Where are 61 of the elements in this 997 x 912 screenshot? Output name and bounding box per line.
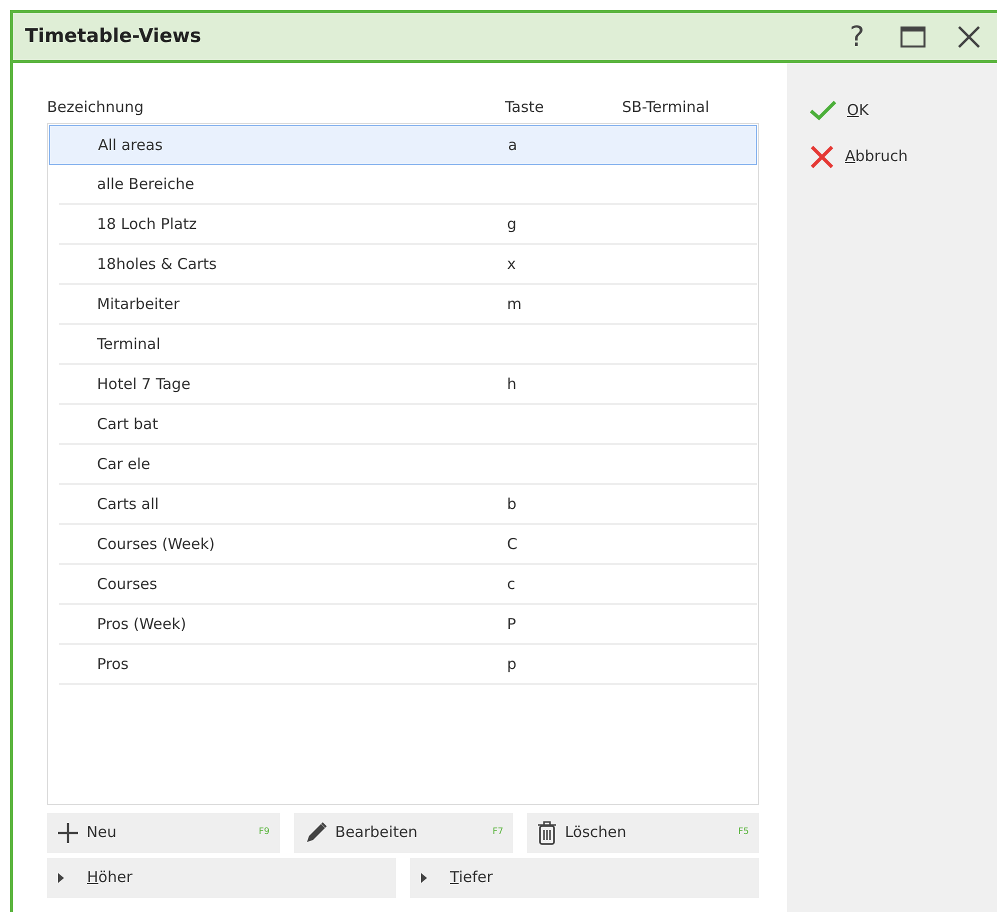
table-cell-text: Car ele: [96, 454, 152, 475]
table-row[interactable]: Courses c: [59, 565, 757, 605]
trash-icon: [537, 820, 558, 846]
table-row[interactable]: Car ele: [59, 445, 757, 485]
window-title: Timetable-Views: [25, 24, 202, 50]
table-cell-text: All areas: [97, 134, 164, 156]
table-cell-text: p: [507, 654, 517, 675]
table-cell-text: g: [507, 214, 517, 235]
table-row[interactable]: 18holes & Carts x: [59, 245, 757, 285]
table-cell-text: Cart bat: [96, 414, 160, 435]
move-button[interactable]: Höher: [47, 858, 396, 898]
table-cell-text: C: [507, 534, 518, 555]
table-cell-text: Courses: [96, 574, 158, 595]
table-row[interactable]: Mitarbeiter m: [59, 285, 757, 325]
table-row[interactable]: Courses (Week) C: [59, 525, 757, 565]
table-cell-text: Hotel 7 Tage: [96, 374, 192, 395]
table-cell-text: c: [507, 574, 516, 595]
table-cell-text: Pros (Week): [96, 614, 188, 635]
column-header: Taste: [505, 96, 545, 118]
table-cell-text: 18holes & Carts: [96, 254, 218, 275]
table-row[interactable]: Pros p: [59, 645, 757, 685]
triangle-icon: [57, 872, 65, 884]
column-header: SB-Terminal: [622, 96, 710, 118]
help-button[interactable]: ?: [829, 14, 885, 60]
table-cell-text: x: [507, 254, 516, 275]
triangle-icon: [420, 872, 428, 884]
table-row[interactable]: All areas a: [49, 125, 757, 165]
table-cell-text: a: [508, 134, 518, 156]
table-cell-text: Pros: [96, 654, 130, 675]
table-row[interactable]: Cart bat: [59, 405, 757, 445]
table-row[interactable]: Hotel 7 Tage h: [59, 365, 757, 405]
table-cell-text: Carts all: [96, 494, 160, 515]
ok-button[interactable]: OK: [809, 99, 997, 122]
column-header: Bezeichnung: [47, 96, 145, 118]
close-icon: [809, 144, 835, 170]
table-cell-text: P: [507, 614, 516, 635]
table-row[interactable]: Terminal: [59, 325, 757, 365]
edit-button[interactable]: Bearbeiten F7: [294, 812, 514, 852]
table-cell-text: Courses (Week): [96, 534, 216, 555]
cancel-button[interactable]: Abbruch: [809, 144, 997, 170]
table-row[interactable]: Pros (Week) P: [59, 605, 757, 645]
checkmark-icon: [809, 99, 837, 122]
table-cell-text: Mitarbeiter: [96, 294, 181, 315]
table-row[interactable]: alle Bereiche: [59, 165, 757, 205]
shortcut-label: F5: [738, 826, 749, 839]
table-cell-text: b: [507, 494, 517, 515]
close-icon: [957, 24, 981, 48]
table-row[interactable]: 18 Loch Platz g: [59, 205, 757, 245]
table-row[interactable]: Carts all b: [59, 485, 757, 525]
delete-button[interactable]: Löschen F5: [527, 812, 759, 852]
table-cell-text: m: [507, 294, 522, 315]
table-cell-text: Terminal: [96, 334, 162, 355]
table-cell-text: h: [507, 374, 517, 395]
plus-icon: [57, 822, 79, 844]
shortcut-label: F9: [258, 826, 270, 839]
shortcut-label: F7: [492, 826, 504, 839]
new-button[interactable]: Neu F9: [47, 812, 280, 852]
move-button[interactable]: Tiefer: [410, 858, 759, 898]
maximize-icon: [900, 26, 926, 48]
table-cell-text: 18 Loch Platz: [96, 214, 198, 235]
table-cell-text: alle Bereiche: [96, 174, 196, 195]
